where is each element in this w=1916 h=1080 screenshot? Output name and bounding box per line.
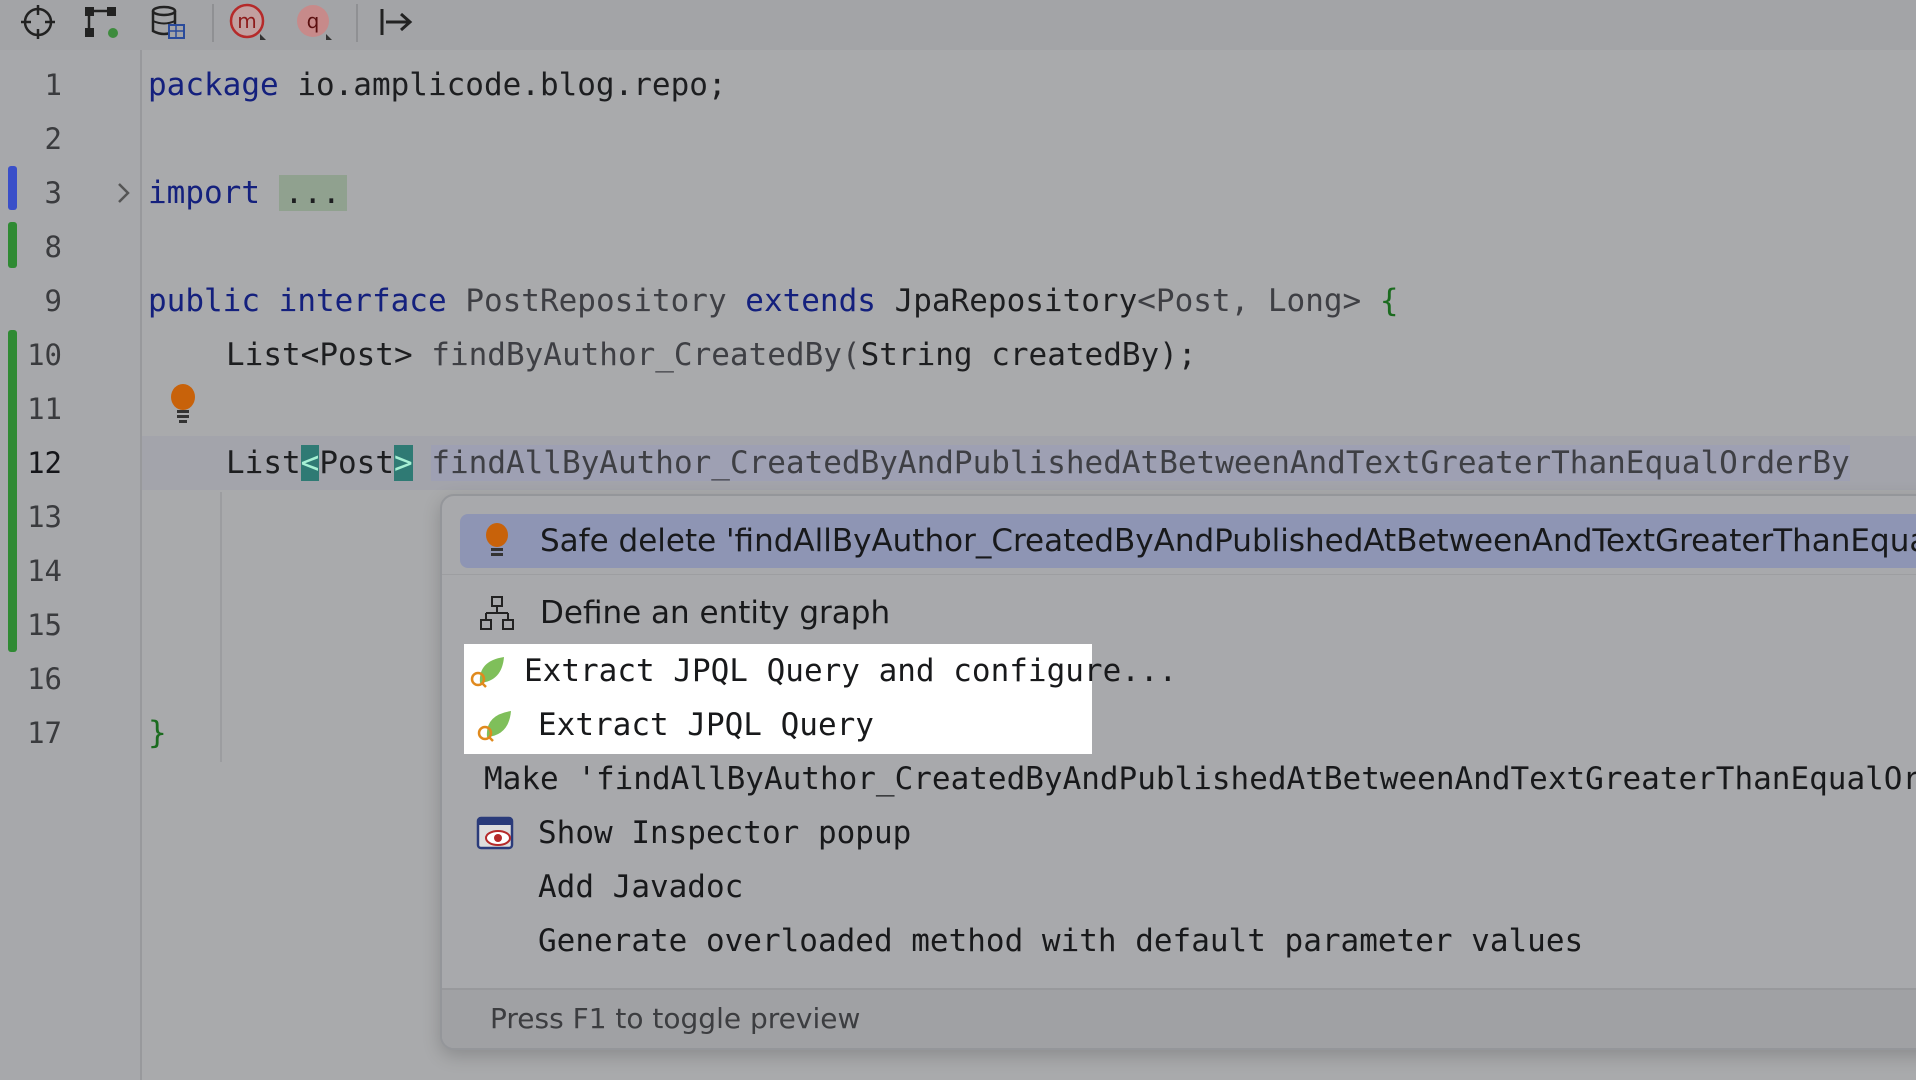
interface-name: PostRepository [465, 283, 727, 319]
return-type: List<Post> [226, 337, 413, 373]
keyword: package [148, 67, 279, 103]
popup-separator [442, 574, 1916, 575]
toolbar-separator [212, 4, 214, 42]
package-name: io.amplicode.blog.repo; [278, 67, 727, 103]
close-brace: } [148, 715, 167, 751]
indent-guide [220, 492, 222, 762]
crosshair-icon[interactable] [18, 2, 58, 42]
type-name: JpaRepository [894, 283, 1138, 319]
popup-item-generate-overloaded[interactable]: Generate overloaded method with default … [458, 914, 1916, 968]
keyword: interface [278, 283, 447, 319]
code-line-9[interactable]: public interface PostRepository extends … [148, 274, 1399, 328]
popup-item-label: Extract JPQL Query and configure... [524, 653, 1178, 689]
entity-graph-icon [470, 586, 524, 640]
popup-item-label: Show Inspector popup [538, 815, 912, 851]
open-brace: { [1379, 283, 1399, 319]
keyword: import [148, 175, 260, 211]
folded-imports[interactable]: ... [278, 175, 347, 211]
popup-item-label: Safe delete 'findAllByAuthor_CreatedByAn… [540, 523, 1916, 559]
empty-icon-slot [468, 860, 522, 914]
line-number: 8 [44, 230, 62, 264]
statement-end: ); [1159, 337, 1197, 373]
popup-item-label: Add Javadoc [538, 869, 744, 905]
line-number: 13 [27, 500, 62, 534]
inspector-icon [468, 806, 522, 860]
popup-item-extract-jpql-configure[interactable]: Extract JPQL Query and configure... [458, 644, 1177, 698]
popup-item-label: Define an entity graph [540, 595, 891, 631]
popup-item-label: Extract JPQL Query [538, 707, 874, 743]
popup-item-show-inspector[interactable]: Show Inspector popup [458, 806, 1916, 860]
line-number: 15 [27, 608, 62, 642]
line-number: 10 [27, 338, 62, 372]
return-type: List [226, 445, 301, 481]
popup-item-label: Make 'findAllByAuthor_CreatedByAndPublis… [484, 761, 1916, 797]
bulb-icon [470, 514, 524, 568]
popup-item-extract-jpql[interactable]: Extract JPQL Query [458, 698, 1098, 752]
line-number: 11 [27, 392, 62, 426]
empty-icon-slot [468, 914, 522, 968]
line-number: 16 [27, 662, 62, 696]
method-params: String createdBy [860, 337, 1160, 373]
toolbar: m q [0, 0, 1916, 50]
popup-item-safe-delete[interactable]: Safe delete 'findAllByAuthor_CreatedByAn… [460, 514, 1916, 568]
line-number-current: 12 [27, 446, 62, 480]
database-icon[interactable] [148, 2, 188, 42]
jpa-query-letter: q [307, 9, 320, 33]
popup-item-define-entity-graph[interactable]: Define an entity graph [460, 586, 1916, 640]
line-number: 3 [44, 176, 62, 210]
jpa-method-letter: m [237, 9, 256, 33]
code-line-1[interactable]: package io.amplicode.blog.repo; [148, 58, 727, 112]
toolbar-separator [356, 4, 358, 42]
bracket-highlight: < [300, 445, 320, 481]
preview-hint: Press F1 to toggle preview [490, 1002, 861, 1035]
popup-footer: Press F1 to toggle preview [442, 988, 1916, 1048]
line-number: 9 [44, 284, 62, 318]
line-number: 1 [44, 68, 62, 102]
code-line-3[interactable]: import ... [148, 166, 347, 220]
popup-item-add-javadoc[interactable]: Add Javadoc [458, 860, 1916, 914]
bracket-highlight: > [393, 445, 413, 481]
method-name: findByAuthor_CreatedBy( [412, 337, 861, 373]
generic-type: Post [319, 445, 394, 481]
jpa-query-icon[interactable]: q [294, 2, 334, 42]
code-line-12[interactable]: List<Post> findAllByAuthor_CreatedByAndP… [226, 436, 1850, 490]
line-number: 17 [27, 716, 62, 750]
keyword: extends [745, 283, 876, 319]
bulb-icon[interactable] [166, 382, 200, 424]
keyword: public [148, 283, 260, 319]
jpa-method-icon[interactable]: m [228, 2, 268, 42]
jpql-leaf-icon [468, 644, 508, 698]
code-line-10[interactable]: List<Post> findByAuthor_CreatedBy(String… [226, 328, 1197, 382]
jpql-leaf-icon [468, 698, 522, 752]
popup-item-label: Generate overloaded method with default … [538, 923, 1584, 959]
step-into-icon[interactable] [376, 2, 416, 42]
line-number: 14 [27, 554, 62, 588]
fold-expand-icon[interactable] [114, 178, 134, 208]
line-number: 2 [44, 122, 62, 156]
selected-method-name: findAllByAuthor_CreatedByAndPublishedAtB… [431, 445, 1850, 481]
structure-icon[interactable] [82, 2, 122, 42]
code-line-17[interactable]: } [148, 706, 167, 760]
generic-params: <Post, Long> [1137, 283, 1362, 319]
popup-item-make-method[interactable]: Make 'findAllByAuthor_CreatedByAndPublis… [458, 752, 1916, 806]
